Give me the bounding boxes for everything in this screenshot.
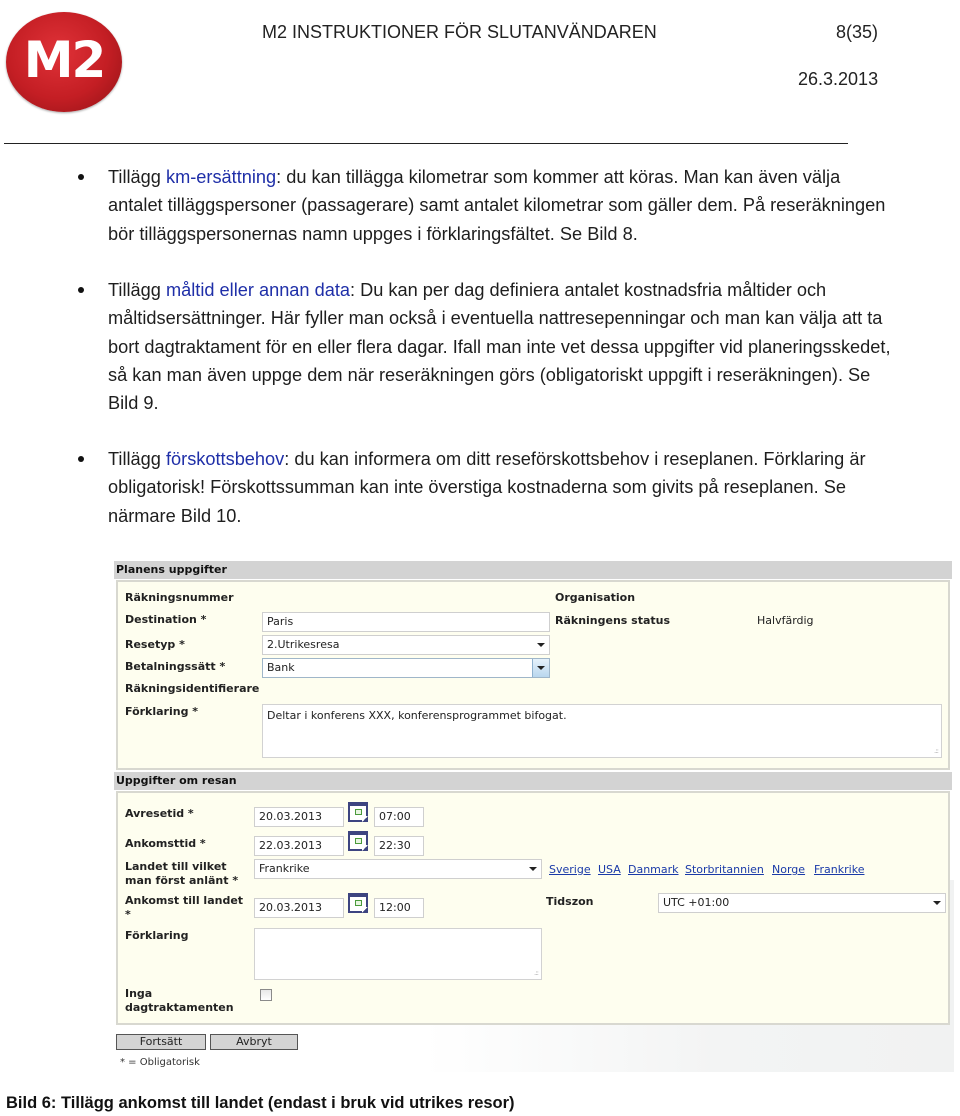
dropdown-arrow-icon [529,867,537,871]
invoice-number-label: Räkningsnummer [125,591,234,604]
document-date: 26.3.2013 [798,69,879,89]
explanation-value: Deltar i konferens XXX, konferensprogram… [267,709,567,722]
continue-button[interactable]: Fortsätt [116,1034,206,1050]
country-link-storbritannien[interactable]: Storbritannien [685,863,764,876]
bullet-prefix: Tillägg [108,280,166,300]
label-line: Ankomst till landet [125,894,244,907]
label-line: * [125,908,131,921]
country-arrival-time-input[interactable]: 12:00 [374,898,424,918]
bullet-keyword: km-ersättning [165,167,277,187]
arrival-label: Ankomsttid * [125,837,206,850]
dropdown-arrow-icon [933,901,941,905]
departure-label: Avresetid * [125,807,194,820]
departure-date-input[interactable]: 20.03.2013 [254,807,344,827]
trip-panel: Avresetid * 20.03.2013 07:00 Ankomsttid … [116,791,950,1025]
travel-type-label: Resetyp * [125,638,185,651]
dropdown-arrow-icon [537,643,545,647]
country-link-frankrike[interactable]: Frankrike [814,863,864,876]
country-arrival-label: Ankomst till landet * [125,894,243,922]
country-link-norge[interactable]: Norge [772,863,805,876]
no-allowance-checkbox[interactable] [260,989,272,1001]
label-line: dagtraktamenten [125,1001,234,1014]
organisation-label: Organisation [555,591,636,604]
timezone-value: UTC +01:00 [663,896,730,909]
departure-time-input[interactable]: 07:00 [374,807,424,827]
status-label: Räkningens status [555,614,671,627]
bullet-prefix: Tillägg [108,167,166,187]
explanation-textarea[interactable]: Deltar i konferens XXX, konferensprogram… [262,704,942,758]
first-country-select[interactable]: Frankrike [254,859,542,879]
timezone-select[interactable]: UTC +01:00 [658,893,946,913]
country-link-usa[interactable]: USA [598,863,621,876]
bullet-keyword: förskottsbehov [165,449,285,469]
bullet-forskottsbehov: Tillägg förskottsbehov: du kan informera… [78,445,898,530]
status-value: Halvfärdig [757,614,814,627]
page-number: 8(35) [836,22,879,42]
dropdown-arrow-icon [537,666,545,670]
trip-explanation-label: Förklaring [125,929,189,942]
header-divider [4,143,848,144]
document-title: M2 INSTRUKTIONER FÖR SLUTANVÄNDAREN [262,22,657,42]
plan-panel: Räkningsnummer Organisation Destination … [116,580,950,770]
bullet-prefix: Tillägg [108,449,166,469]
section-header-plan: Planens uppgifter [114,561,952,579]
required-note: * = Obligatorisk [120,1057,200,1068]
label-line: Inga [125,987,153,1000]
resize-grip-icon[interactable]: .:: [534,969,539,977]
resize-grip-icon[interactable]: .:: [934,747,939,755]
section-header-trip: Uppgifter om resan [114,772,952,790]
bullet-maltid: Tillägg måltid eller annan data: Du kan … [78,276,898,417]
label-line: Landet till vilket [125,860,227,873]
destination-label: Destination * [125,613,207,626]
payment-select[interactable]: Bank [262,658,550,678]
cancel-button[interactable]: Avbryt [210,1034,298,1050]
bullet-km-ersattning: Tillägg km-ersättning: du kan tillägga k… [78,163,898,248]
no-allowance-label: Inga dagtraktamenten [125,987,234,1015]
payment-value: Bank [267,661,295,674]
label-line: man först anlänt * [125,874,239,887]
first-country-value: Frankrike [259,862,310,875]
form-screenshot: Planens uppgifter Räkningsnummer Organis… [114,560,954,1072]
identifier-label: Räkningsidentifierare [125,682,260,695]
country-arrival-date-input[interactable]: 20.03.2013 [254,898,344,918]
figure-caption: Bild 6: Tillägg ankomst till landet (end… [6,1094,515,1112]
destination-input[interactable]: Paris [262,612,550,632]
calendar-icon[interactable] [348,893,368,913]
timezone-label: Tidszon [546,895,594,908]
m2-logo: M2 [6,12,122,112]
bullet-keyword: måltid eller annan data [165,280,350,300]
calendar-icon[interactable] [348,831,368,851]
arrival-date-input[interactable]: 22.03.2013 [254,836,344,856]
dropdown-button[interactable] [532,659,549,677]
trip-explanation-textarea[interactable]: .:: [254,928,542,980]
calendar-icon[interactable] [348,802,368,822]
country-link-sverige[interactable]: Sverige [549,863,591,876]
country-link-danmark[interactable]: Danmark [628,863,679,876]
arrival-time-input[interactable]: 22:30 [374,836,424,856]
travel-type-select[interactable]: 2.Utrikesresa [262,635,550,655]
logo-text: M2 [23,31,107,89]
first-country-label: Landet till vilket man först anlänt * [125,860,238,888]
explanation-label: Förklaring * [125,705,199,718]
payment-label: Betalningssätt * [125,660,226,673]
travel-type-value: 2.Utrikesresa [267,638,340,651]
